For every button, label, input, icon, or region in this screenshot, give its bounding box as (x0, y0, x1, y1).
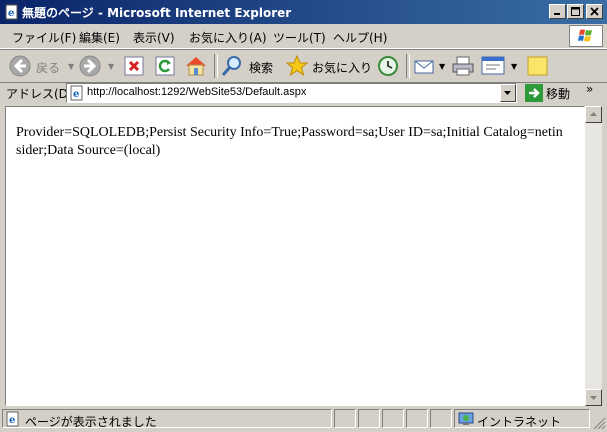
menu-edit[interactable]: 編集(E) (79, 29, 120, 46)
back-arrow-icon (9, 55, 31, 77)
maximize-icon (571, 7, 580, 16)
history-button[interactable] (375, 53, 401, 79)
status-bar: e ページが表示されました イントラネット (0, 407, 607, 432)
status-panel (358, 409, 380, 428)
printer-icon (452, 56, 474, 76)
home-button[interactable] (183, 53, 209, 79)
window-title: 無題のページ - Microsoft Internet Explorer (22, 6, 292, 20)
address-label: アドレス(D) (6, 87, 73, 101)
status-panel (430, 409, 452, 428)
mail-icon (414, 60, 434, 74)
go-arrow-icon (525, 84, 543, 102)
scroll-up-button[interactable] (585, 106, 602, 123)
windows-logo (569, 25, 603, 47)
favorites-button[interactable]: お気に入り (284, 53, 373, 79)
status-panel (406, 409, 428, 428)
page-icon: e (70, 85, 83, 101)
refresh-button[interactable] (153, 53, 177, 79)
forward-button[interactable]: ▼ (78, 53, 118, 79)
menu-file[interactable]: ファイル(F) (12, 29, 76, 46)
scroll-down-button[interactable] (585, 389, 602, 406)
edit-page-icon (481, 56, 505, 75)
search-label: 検索 (249, 61, 274, 75)
title-bar[interactable]: e 無題のページ - Microsoft Internet Explorer (0, 0, 607, 24)
edit-button[interactable]: ▼ (480, 53, 520, 79)
menu-view[interactable]: 表示(V) (133, 29, 175, 46)
status-message: ページが表示されました (25, 415, 157, 429)
close-icon (590, 7, 599, 16)
search-icon (221, 56, 241, 76)
forward-arrow-icon (79, 55, 101, 77)
address-url: http://localhost:1292/WebSite53/Default.… (87, 86, 307, 98)
back-dropdown-icon[interactable]: ▼ (68, 62, 74, 71)
maximize-button[interactable] (567, 4, 584, 19)
page-content: Provider=SQLOLEDB;Persist Security Info=… (5, 106, 585, 406)
windows-flag-icon (578, 29, 592, 42)
standard-toolbar: 戻る ▼ ▼ 検索 お気に入り ▼ ▼ (0, 49, 607, 83)
resize-grip-icon[interactable] (592, 416, 606, 430)
connection-string-text: Provider=SQLOLEDB;Persist Security Info=… (16, 125, 563, 158)
forward-dropdown-icon[interactable]: ▼ (108, 62, 114, 71)
favorites-star-icon (285, 54, 309, 77)
status-panel (334, 409, 356, 428)
go-button[interactable]: 移動 (524, 83, 572, 103)
status-message-panel: e ページが表示されました (2, 409, 332, 429)
close-button[interactable] (586, 4, 603, 19)
arrow-up-icon (590, 112, 597, 116)
svg-text:e: e (8, 8, 14, 19)
links-chevron[interactable]: » (586, 82, 593, 96)
messenger-button[interactable] (525, 53, 551, 79)
menu-bar: ファイル(F) 編集(E) 表示(V) お気に入り(A) ツール(T) ヘルプ(… (0, 24, 607, 49)
page-done-icon: e (6, 411, 19, 427)
menu-tools[interactable]: ツール(T) (273, 29, 326, 46)
minimize-button[interactable] (549, 4, 566, 19)
intranet-zone-icon (458, 412, 474, 425)
stop-icon (124, 56, 144, 76)
status-panel (382, 409, 404, 428)
vertical-scrollbar[interactable] (585, 106, 602, 406)
mail-button[interactable]: ▼ (412, 53, 448, 79)
security-zone-panel[interactable]: イントラネット (454, 409, 590, 429)
menu-favorites[interactable]: お気に入り(A) (189, 29, 267, 46)
security-zone-label: イントラネット (477, 415, 562, 429)
search-button[interactable]: 検索 (219, 53, 277, 79)
home-icon (186, 57, 206, 76)
refresh-icon (155, 56, 175, 76)
svg-text:e: e (73, 89, 79, 100)
print-button[interactable] (450, 53, 476, 79)
back-button[interactable]: 戻る ▼ (6, 53, 74, 79)
address-dropdown-button[interactable] (500, 84, 516, 102)
minimize-icon (554, 13, 560, 15)
menu-help[interactable]: ヘルプ(H) (333, 29, 387, 46)
mail-dropdown-icon[interactable]: ▼ (439, 62, 445, 71)
toolbar-separator (406, 54, 410, 78)
stop-button[interactable] (122, 53, 146, 79)
history-icon (378, 56, 398, 76)
ie-page-icon: e (5, 4, 18, 20)
arrow-down-icon (590, 396, 597, 400)
address-input[interactable]: e http://localhost:1292/WebSite53/Defaul… (66, 83, 517, 103)
go-label: 移動 (546, 87, 571, 101)
toolbar-separator (214, 54, 218, 78)
svg-text:e: e (9, 415, 15, 426)
favorites-label: お気に入り (312, 61, 373, 75)
edit-dropdown-icon[interactable]: ▼ (511, 62, 517, 71)
address-bar: アドレス(D) e http://localhost:1292/WebSite5… (0, 81, 607, 105)
note-icon (527, 56, 548, 76)
chevron-down-icon (504, 91, 511, 95)
back-label: 戻る (36, 61, 61, 75)
